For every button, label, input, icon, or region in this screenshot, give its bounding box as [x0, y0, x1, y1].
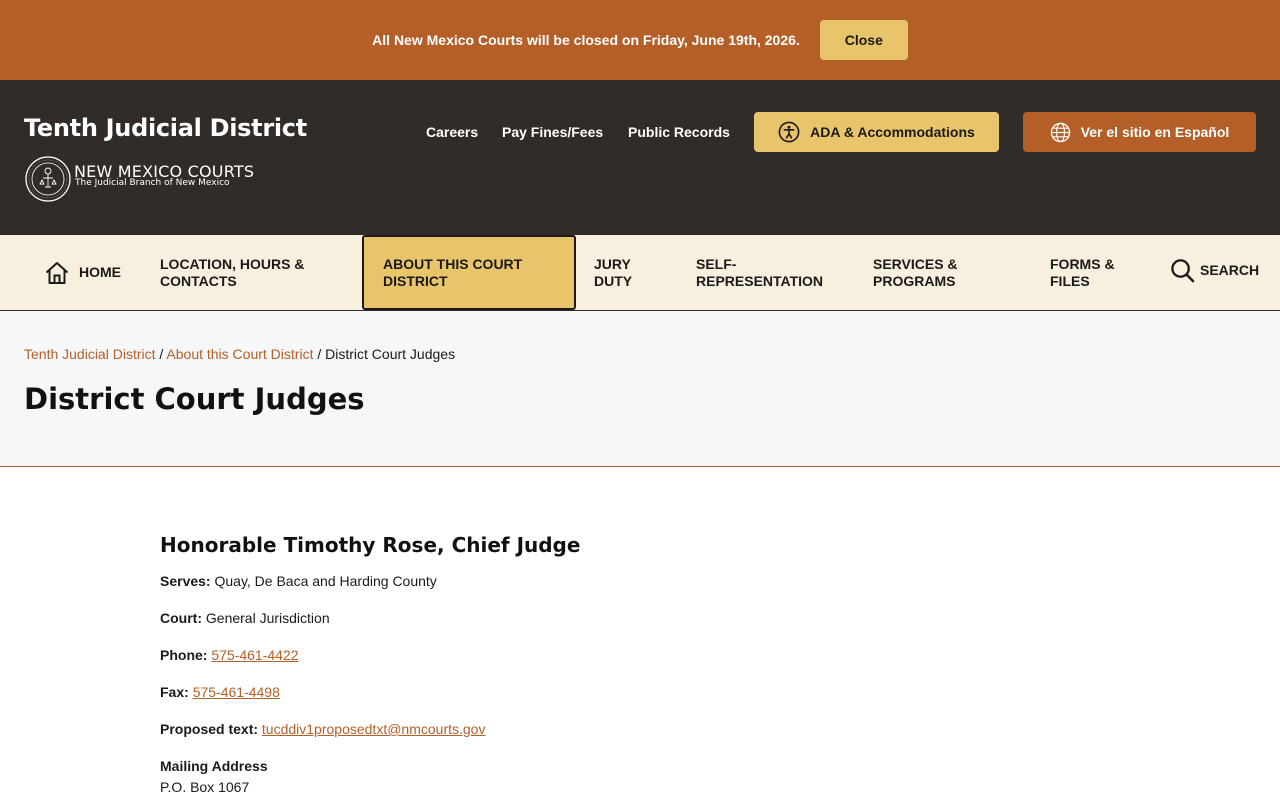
public-records-link[interactable]: Public Records [628, 124, 730, 140]
judge-proposed-text-row: Proposed text: tucddiv1proposedtxt@nmcou… [160, 721, 1060, 738]
mailing-address-label: Mailing Address [160, 758, 268, 774]
phone-label: Phone: [160, 647, 208, 663]
proposed-text-email-link[interactable]: tucddiv1proposedtxt@nmcourts.gov [262, 721, 486, 737]
serves-label: Serves: [160, 573, 211, 589]
court-seal-icon [25, 156, 71, 202]
logo-subtitle: The Judicial Branch of New Mexico [75, 178, 230, 188]
judge-phone-row: Phone: 575-461-4422 [160, 647, 1060, 664]
nav-location-hours-contacts[interactable]: LOCATION, HOURS & CONTACTS [160, 235, 340, 310]
nav-jury-duty[interactable]: JURY DUTY [594, 235, 664, 310]
page-title: District Court Judges [24, 382, 365, 416]
breadcrumb-link-home[interactable]: Tenth Judicial District [24, 346, 156, 362]
phone-link[interactable]: 575-461-4422 [211, 647, 298, 663]
breadcrumb: Tenth Judicial District / About this Cou… [24, 346, 455, 362]
pay-fines-link[interactable]: Pay Fines/Fees [502, 124, 603, 140]
mailing-address-line: P.O. Box 1067 [160, 779, 250, 795]
nav-search-label: SEARCH [1200, 262, 1260, 278]
accessibility-icon [778, 121, 800, 143]
page-header-area: Tenth Judicial District / About this Cou… [0, 311, 1280, 467]
judge-profile: Honorable Timothy Rose, Chief Judge Serv… [160, 533, 1060, 796]
nav-self-representation[interactable]: SELF-REPRESENTATION [696, 235, 856, 310]
careers-link[interactable]: Careers [426, 124, 478, 140]
judge-serves-row: Serves: Quay, De Baca and Harding County [160, 573, 1060, 590]
nav-home[interactable]: HOME [44, 235, 121, 310]
fax-label: Fax: [160, 684, 189, 700]
globe-icon [1050, 122, 1070, 142]
nav-home-label: HOME [79, 264, 121, 280]
breadcrumb-link-about[interactable]: About this Court District [166, 346, 313, 362]
spanish-site-button[interactable]: Ver el sitio en Español [1023, 112, 1256, 152]
breadcrumb-separator: / [317, 346, 322, 362]
nav-about-court-district[interactable]: ABOUT THIS COURT DISTRICT [362, 235, 576, 310]
home-icon [45, 261, 69, 284]
ada-accommodations-button[interactable]: ADA & Accommodations [754, 112, 999, 152]
court-label: Court: [160, 610, 202, 626]
breadcrumb-separator: / [159, 346, 164, 362]
spanish-button-label: Ver el sitio en Español [1080, 124, 1230, 140]
proposed-text-label: Proposed text: [160, 721, 259, 737]
closure-alert-bar: All New Mexico Courts will be closed on … [0, 0, 1280, 80]
alert-close-button[interactable]: Close [819, 20, 908, 60]
nav-search[interactable]: SEARCH [1170, 233, 1259, 308]
nav-forms-files[interactable]: FORMS & FILES [1050, 235, 1140, 310]
nav-services-programs[interactable]: SERVICES & PROGRAMS [873, 235, 993, 310]
main-navigation: HOME LOCATION, HOURS & CONTACTS ABOUT TH… [0, 235, 1280, 311]
breadcrumb-current: District Court Judges [325, 346, 456, 362]
search-icon [1171, 259, 1195, 283]
serves-value: Quay, De Baca and Harding County [214, 573, 437, 589]
fax-link[interactable]: 575-461-4498 [193, 684, 280, 700]
judge-court-row: Court: General Jurisdiction [160, 610, 1060, 627]
alert-message: All New Mexico Courts will be closed on … [372, 32, 800, 48]
judge-fax-row: Fax: 575-461-4498 [160, 684, 1060, 701]
ada-button-label: ADA & Accommodations [810, 124, 975, 140]
court-value: General Jurisdiction [205, 610, 330, 626]
site-header: Tenth Judicial District NEW MEXICO COURT… [0, 80, 1280, 235]
judge-name: Honorable Timothy Rose, Chief Judge [160, 533, 581, 557]
site-title[interactable]: Tenth Judicial District [24, 114, 307, 142]
